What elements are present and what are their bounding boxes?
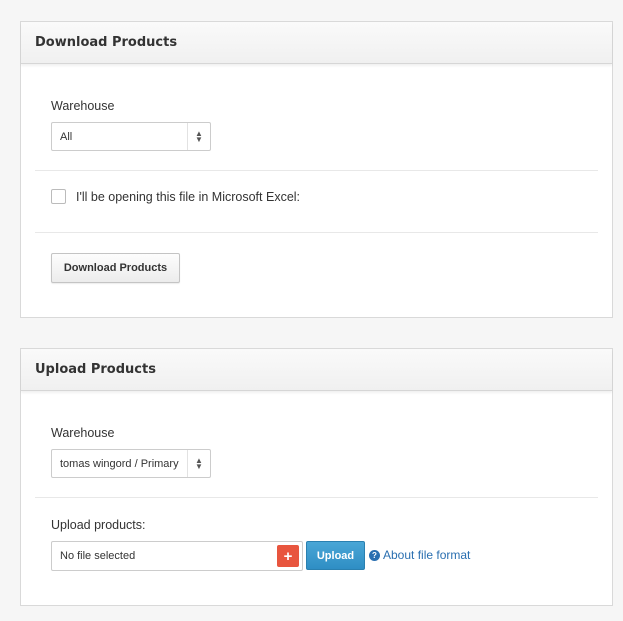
upload-products-label: Upload products: [51, 518, 146, 532]
file-status-text: No file selected [60, 550, 136, 562]
question-circle-icon: ? [369, 549, 380, 561]
upload-warehouse-label: Warehouse [51, 426, 115, 440]
download-warehouse-label: Warehouse [51, 99, 115, 113]
upload-warehouse-value: tomas wingord / Primary [60, 457, 179, 470]
divider [35, 232, 598, 233]
excel-checkbox[interactable] [51, 189, 66, 204]
select-arrows-icon: ▲ ▼ [187, 123, 210, 150]
upload-button[interactable]: Upload [306, 541, 365, 570]
about-file-format-label: About file format [383, 548, 471, 562]
select-arrows-icon: ▲ ▼ [187, 450, 210, 477]
about-file-format-link[interactable]: ? About file format [369, 548, 470, 562]
download-products-panel: Download Products Warehouse All ▲ ▼ I'll … [20, 21, 613, 318]
upload-warehouse-select[interactable]: tomas wingord / Primary ▲ ▼ [51, 449, 211, 478]
add-file-button[interactable]: + [277, 545, 299, 567]
upload-panel-title: Upload Products [35, 362, 156, 377]
upload-panel-header: Upload Products [21, 349, 612, 391]
download-warehouse-value: All [60, 130, 73, 143]
excel-checkbox-label: I'll be opening this file in Microsoft E… [76, 190, 301, 204]
file-input[interactable]: No file selected + [51, 541, 303, 571]
download-products-button[interactable]: Download Products [51, 253, 180, 283]
upload-products-panel: Upload Products Warehouse tomas wingord … [20, 348, 613, 606]
download-panel-title: Download Products [35, 35, 178, 50]
divider [35, 497, 598, 498]
download-warehouse-select[interactable]: All ▲ ▼ [51, 122, 211, 151]
divider [35, 170, 598, 171]
download-panel-header: Download Products [21, 22, 612, 64]
